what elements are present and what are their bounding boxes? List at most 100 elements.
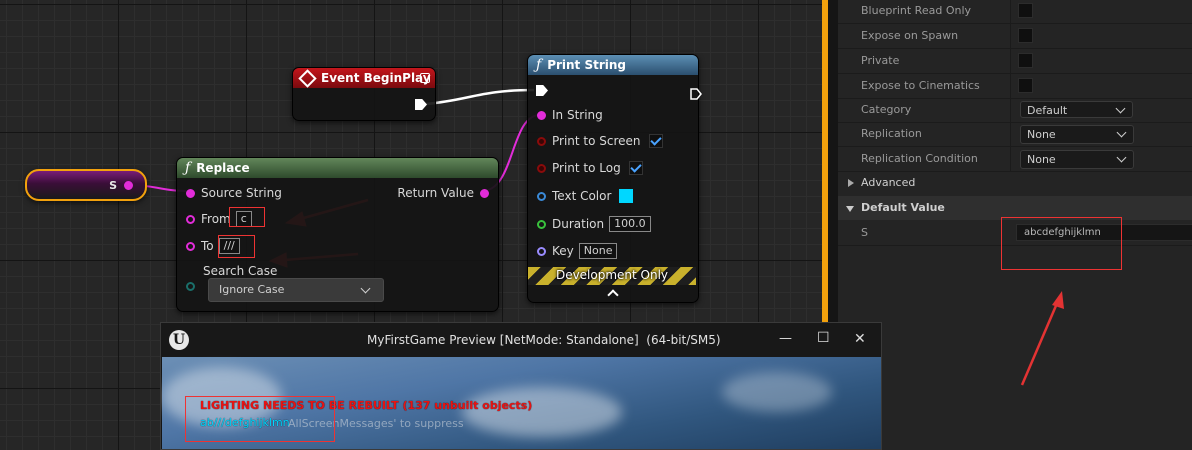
replace-node-header: ƒ Replace [177,158,498,178]
key-pin[interactable] [537,246,546,256]
detail-divider [1010,49,1011,73]
ue-editor: S Event BeginPlay ƒ Replace Source Strin… [0,0,1192,450]
key-input[interactable]: None [578,243,618,259]
key-row: Key None [537,243,618,259]
default-value-label: Default Value [861,201,945,214]
game-preview-window[interactable]: U MyFirstGame Preview [NetMode: Standalo… [160,322,882,450]
print-to-screen-label: Print to Screen [552,134,641,148]
from-label: From [201,212,231,226]
in-string-pin[interactable] [537,110,546,120]
print-to-log-checkbox[interactable] [628,161,643,175]
search-case-value: Ignore Case [219,283,285,296]
replication-condition-label: Replication Condition [861,152,978,165]
text-color-swatch[interactable] [619,189,634,203]
print-to-screen-row: Print to Screen [537,134,663,148]
print-exec-in-pin[interactable] [536,85,548,96]
source-string-label: Source String [201,186,282,200]
event-beginplay-node[interactable]: Event BeginPlay [292,67,436,121]
replication-dropdown[interactable]: None [1020,125,1134,144]
detail-row-blueprint-read-only: Blueprint Read Only [838,0,1192,24]
annotation-arrow-default [1020,291,1064,386]
search-case-pin[interactable] [186,282,195,291]
print-to-log-row: Print to Log [537,161,643,175]
annotation-box-from [229,207,265,227]
detail-divider [1010,98,1011,122]
development-only-banner: Development Only [528,267,696,285]
replication-condition-dropdown[interactable]: None [1020,150,1134,169]
expose-to-cinematics-checkbox[interactable] [1018,78,1033,93]
maximize-icon[interactable]: ☐ [817,330,830,346]
to-label: To [201,239,214,253]
unreal-logo-icon: U [169,330,189,350]
event-node-title: Event BeginPlay [321,71,431,85]
print-node-header: ƒ Print String [528,55,698,75]
print-to-log-pin[interactable] [537,163,546,173]
event-diamond-icon [298,68,317,88]
function-icon: ƒ [185,160,191,176]
annotation-box-default-value [1001,217,1122,270]
duration-input[interactable]: 100.0 [609,216,651,232]
key-label: Key [552,244,574,258]
chevron-down-icon [360,283,371,294]
event-delegate-icon [420,73,430,83]
event-node-header: Event BeginPlay [293,68,435,88]
search-case-label: Search Case [203,264,278,278]
minimize-icon[interactable]: — [779,331,792,346]
to-pin[interactable] [186,241,195,251]
replication-condition-value: None [1027,153,1056,166]
detail-label: Blueprint Read Only [861,4,972,17]
expose-on-spawn-checkbox[interactable] [1018,28,1033,43]
print-to-screen-checkbox[interactable] [648,134,663,148]
chevron-down-icon [1116,127,1127,138]
advanced-section[interactable]: Advanced [838,171,1192,195]
duration-pin[interactable] [537,219,546,229]
expand-arrow-icon [848,179,854,187]
default-s-label: S [861,226,868,239]
detail-row-expose-on-spawn: Expose on Spawn [838,24,1192,49]
chevron-up-icon[interactable] [607,289,619,301]
sky-cloud [722,372,832,412]
text-color-label: Text Color [552,189,612,203]
detail-divider [1010,147,1011,171]
exec-wire [425,88,535,106]
blueprint-read-only-checkbox[interactable] [1018,3,1033,18]
preview-title-bar[interactable]: U MyFirstGame Preview [NetMode: Standalo… [161,323,881,357]
print-to-screen-pin[interactable] [537,136,546,146]
print-string-node[interactable]: ƒ Print String In String Print to Screen… [527,54,702,303]
category-value: Default [1027,104,1068,117]
in-string-label: In String [552,108,603,122]
variable-node-label: S [109,179,117,192]
category-dropdown[interactable]: Default [1020,101,1133,118]
in-string-row: In String [537,108,603,122]
replication-value: None [1027,128,1056,141]
arrow-default-head [1052,291,1064,309]
variable-node-s[interactable]: S [25,169,147,201]
detail-divider [1010,122,1011,146]
event-exec-out-pin[interactable] [415,99,427,110]
detail-row-category: Category Default [838,98,1192,123]
text-color-pin[interactable] [537,191,546,201]
preview-title: MyFirstGame Preview [NetMode: Standalone… [367,333,721,347]
detail-divider [1010,74,1011,98]
detail-row-replication: Replication None [838,122,1192,147]
detail-row-expose-to-cinematics: Expose to Cinematics [838,74,1192,99]
from-pin[interactable] [186,214,195,224]
detail-divider [1010,24,1011,48]
search-case-dropdown[interactable]: Ignore Case [208,278,384,302]
return-value-pin[interactable] [480,188,489,198]
source-string-pin[interactable] [186,188,195,198]
duration-row: Duration 100.0 [537,216,651,232]
advanced-label: Advanced [861,176,916,189]
variable-output-pin[interactable] [124,181,133,190]
collapse-arrow-icon [846,206,854,212]
chevron-down-icon [1115,103,1126,114]
private-checkbox[interactable] [1018,53,1033,68]
development-only-label: Development Only [555,268,669,282]
exec-out-icon [690,88,702,100]
text-color-row: Text Color [537,189,634,203]
source-string-row: Source String [186,186,282,200]
annotation-box-to [218,235,255,258]
duration-label: Duration [552,217,605,231]
return-value-label: Return Value [397,186,474,200]
close-icon[interactable]: ✕ [854,331,866,347]
